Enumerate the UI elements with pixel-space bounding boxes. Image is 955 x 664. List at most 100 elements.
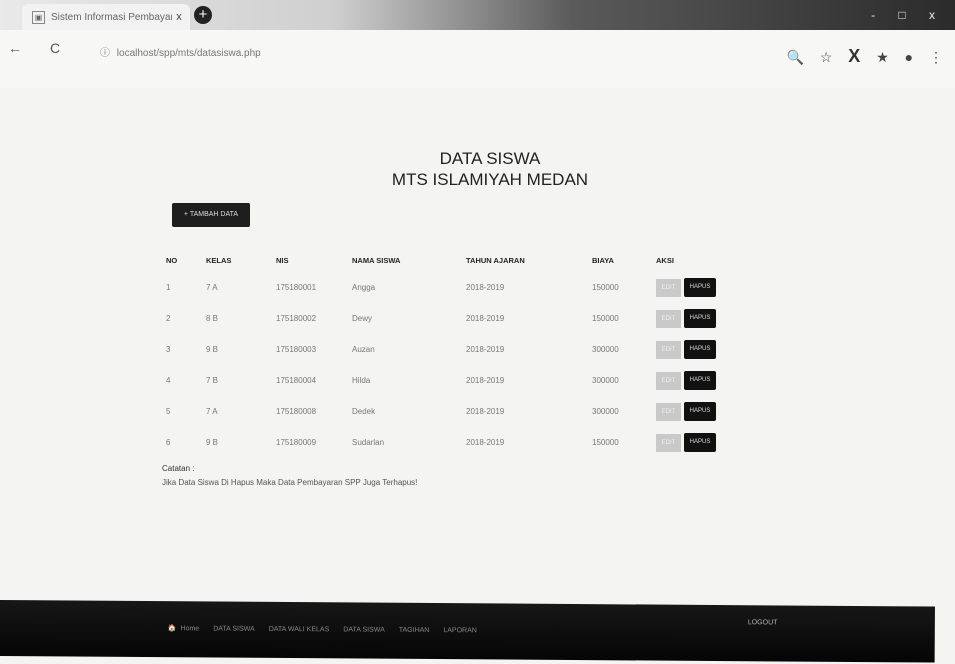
delete-button[interactable]: HAPUS bbox=[684, 340, 716, 359]
reload-icon[interactable]: C bbox=[50, 40, 60, 56]
delete-button[interactable]: HAPUS bbox=[684, 278, 716, 297]
footer-menu: 🏠 Home DATA SISWA DATA WALI KELAS DATA SISWA… bbox=[168, 624, 491, 634]
cell-nis: 175180003 bbox=[276, 345, 317, 354]
cell-nis: 175180001 bbox=[276, 283, 317, 292]
table-header-row: NO KELAS NIS NAMA SISWA TAHUN AJARAN BIA… bbox=[160, 248, 736, 272]
cell-nis: 175180002 bbox=[276, 314, 317, 323]
cell-aksi: EDIT HAPUS bbox=[656, 303, 736, 334]
cell-nama: Auzan bbox=[352, 345, 375, 354]
back-icon[interactable]: ← bbox=[8, 40, 22, 56]
cell-nama: Hilda bbox=[352, 376, 371, 385]
cell-kelas: 7 B bbox=[206, 376, 219, 385]
browser-toolbar-icons: 🔍 ☆ X ★ ● ⋮ bbox=[775, 46, 944, 67]
delete-button[interactable]: HAPUS bbox=[684, 371, 716, 390]
table-row: 1 7 A 175180001 Angga 2018-2019 150000 E… bbox=[160, 272, 736, 303]
bookmark-star-icon[interactable]: ☆ bbox=[820, 49, 833, 65]
col-header-nama: NAMA SISWA bbox=[352, 255, 401, 265]
col-header-aksi: AKSI bbox=[656, 255, 674, 265]
table-row: 5 7 A 175180008 Dedek 2018-2019 300000 E… bbox=[160, 396, 736, 427]
cell-biaya: 150000 bbox=[592, 283, 619, 292]
info-icon: ⓘ bbox=[100, 48, 110, 59]
table-row: 3 9 B 175180003 Auzan 2018-2019 300000 E… bbox=[160, 334, 736, 365]
cell-aksi: EDIT HAPUS bbox=[656, 427, 736, 458]
cell-biaya: 300000 bbox=[592, 345, 619, 354]
note-label: Catatan : bbox=[162, 464, 195, 473]
cell-aksi: EDIT HAPUS bbox=[656, 272, 736, 303]
edit-button[interactable]: EDIT bbox=[656, 371, 681, 390]
edit-button[interactable]: EDIT bbox=[656, 340, 681, 359]
profile-icon[interactable]: ● bbox=[905, 49, 913, 65]
edit-button[interactable]: EDIT bbox=[656, 278, 681, 297]
menu-dots-icon[interactable]: ⋮ bbox=[929, 49, 943, 65]
cell-kelas: 7 A bbox=[206, 283, 218, 292]
col-header-tahun: TAHUN AJARAN bbox=[466, 255, 525, 265]
footer-nav: 🏠 Home DATA SISWA DATA WALI KELAS DATA SISWA… bbox=[0, 600, 935, 663]
page-title-line1: DATA SISWA bbox=[439, 149, 541, 168]
cell-no: 6 bbox=[166, 438, 171, 447]
edit-button[interactable]: EDIT bbox=[656, 402, 681, 421]
home-icon[interactable]: 🏠 bbox=[168, 625, 177, 632]
cell-tahun: 2018-2019 bbox=[466, 376, 505, 385]
col-header-no: NO bbox=[166, 255, 178, 265]
cell-biaya: 150000 bbox=[592, 314, 619, 323]
url-text: localhost/spp/mts/datasiswa.php bbox=[116, 48, 261, 59]
delete-button[interactable]: HAPUS bbox=[684, 402, 716, 421]
add-data-button[interactable]: + TAMBAH DATA bbox=[172, 203, 250, 227]
col-header-kelas: KELAS bbox=[206, 255, 232, 265]
cell-no: 1 bbox=[166, 283, 171, 292]
extension-star-icon[interactable]: ★ bbox=[876, 49, 889, 65]
nav-item-data-siswa[interactable]: DATA SISWA bbox=[213, 625, 255, 632]
zoom-icon[interactable]: 🔍 bbox=[787, 49, 804, 65]
page-title: DATA SISWA MTS ISLAMIYAH MEDAN bbox=[340, 148, 640, 190]
cell-tahun: 2018-2019 bbox=[466, 345, 505, 354]
cell-tahun: 2018-2019 bbox=[466, 283, 505, 292]
extension-x-icon[interactable]: X bbox=[848, 46, 860, 66]
cell-kelas: 8 B bbox=[206, 314, 219, 323]
cell-biaya: 300000 bbox=[592, 407, 619, 416]
delete-button[interactable]: HAPUS bbox=[684, 433, 716, 452]
tab-title: Sistem Informasi Pembayaran S bbox=[51, 11, 172, 23]
page-title-line2: MTS ISLAMIYAH MEDAN bbox=[391, 170, 589, 189]
new-tab-button[interactable]: + bbox=[194, 6, 212, 24]
col-header-biaya: BIAYA bbox=[592, 255, 614, 265]
cell-kelas: 7 A bbox=[206, 407, 218, 416]
edit-button[interactable]: EDIT bbox=[656, 309, 681, 328]
nav-item-data-siswa-2[interactable]: DATA SISWA bbox=[343, 626, 385, 633]
cell-aksi: EDIT HAPUS bbox=[656, 396, 736, 427]
table-row: 4 7 B 175180004 Hilda 2018-2019 300000 E… bbox=[160, 365, 736, 396]
cell-tahun: 2018-2019 bbox=[466, 407, 505, 416]
tab-close-icon[interactable]: x bbox=[172, 11, 186, 23]
nav-item-laporan[interactable]: LAPORAN bbox=[443, 627, 477, 634]
cell-no: 4 bbox=[166, 376, 171, 385]
cell-kelas: 9 B bbox=[206, 345, 219, 354]
edit-button[interactable]: EDIT bbox=[656, 433, 681, 452]
page-favicon-icon: ▣ bbox=[32, 10, 45, 24]
nav-item-data-wali-kelas[interactable]: DATA WALI KELAS bbox=[269, 626, 330, 633]
cell-no: 2 bbox=[166, 314, 171, 323]
cell-tahun: 2018-2019 bbox=[466, 438, 505, 447]
note-text: Jika Data Siswa Di Hapus Maka Data Pemba… bbox=[162, 478, 418, 487]
table-row: 2 8 B 175180002 Dewy 2018-2019 150000 ED… bbox=[160, 303, 736, 334]
nav-item-tagihan[interactable]: TAGIHAN bbox=[399, 627, 430, 634]
delete-button[interactable]: HAPUS bbox=[684, 309, 716, 328]
cell-no: 3 bbox=[166, 345, 171, 354]
browser-tab[interactable]: ▣ Sistem Informasi Pembayaran S x bbox=[22, 4, 190, 30]
cell-biaya: 300000 bbox=[592, 376, 619, 385]
cell-tahun: 2018-2019 bbox=[466, 314, 505, 323]
student-table: NO KELAS NIS NAMA SISWA TAHUN AJARAN BIA… bbox=[160, 248, 736, 458]
note-section: Catatan : Jika Data Siswa Di Hapus Maka … bbox=[162, 462, 417, 490]
window-controls[interactable]: - □ x bbox=[871, 8, 945, 22]
cell-nis: 175180004 bbox=[276, 376, 317, 385]
logout-link[interactable]: LOGOUT bbox=[748, 619, 778, 626]
cell-nis: 175180008 bbox=[276, 407, 317, 416]
cell-nama: Angga bbox=[352, 283, 376, 292]
nav-item-home[interactable]: Home bbox=[180, 625, 199, 632]
url-field[interactable]: ⓘ localhost/spp/mts/datasiswa.php bbox=[100, 44, 261, 59]
cell-aksi: EDIT HAPUS bbox=[656, 334, 736, 365]
table-row: 6 9 B 175180009 Sudarlan 2018-2019 15000… bbox=[160, 427, 736, 458]
cell-no: 5 bbox=[166, 407, 171, 416]
cell-kelas: 9 B bbox=[206, 438, 219, 447]
cell-nama: Dewy bbox=[352, 314, 373, 323]
cell-aksi: EDIT HAPUS bbox=[656, 365, 736, 396]
cell-nama: Sudarlan bbox=[352, 438, 385, 447]
